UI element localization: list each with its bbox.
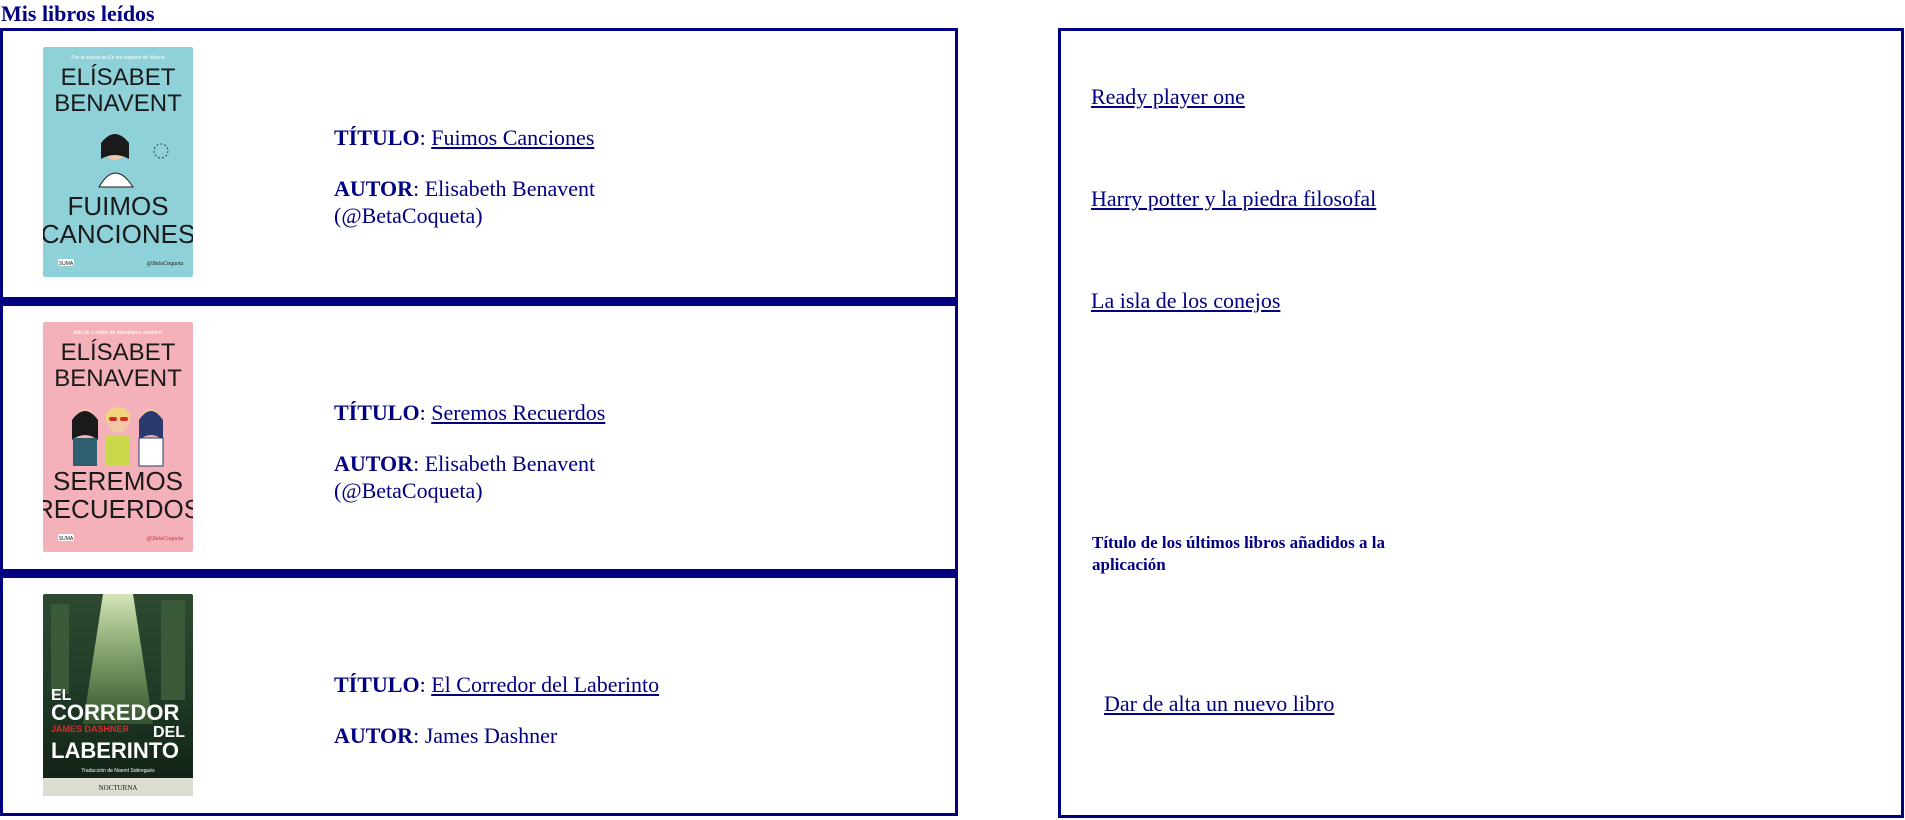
book-title-link[interactable]: El Corredor del Laberinto — [431, 672, 659, 697]
svg-text:JAMES DASHNER: JAMES DASHNER — [51, 724, 130, 734]
author-handle: (@BetaCoqueta) — [334, 203, 483, 228]
book-title-row: TÍTULO: Fuimos Canciones — [334, 125, 595, 150]
svg-text:ELÍSABET: ELÍSABET — [61, 339, 176, 366]
svg-text:ELÍSABET: ELÍSABET — [61, 64, 176, 91]
book-title-row: TÍTULO: El Corredor del Laberinto — [334, 672, 660, 697]
svg-text:Por la autora de En los zapato: Por la autora de En los zapatos de Valer… — [71, 55, 165, 61]
book-cover-image[interactable]: EL CORREDOR DEL JAMES DASHNER LABERINTO … — [43, 594, 193, 796]
book-title-row: TÍTULO: Seremos Recuerdos — [334, 400, 606, 425]
book-card: Por la autora de En los zapatos de Valer… — [0, 28, 958, 300]
book-cover-image[interactable]: Más de 1 millón de ejemplares vendidos E… — [43, 322, 193, 552]
book-info: TÍTULO: Fuimos Canciones AUTOR: Elisabet… — [334, 124, 664, 229]
book-cover-image[interactable]: Por la autora de En los zapatos de Valer… — [43, 47, 193, 277]
title-label: TÍTULO — [334, 125, 420, 150]
svg-text:@BetaCoqueta: @BetaCoqueta — [147, 261, 184, 267]
svg-text:BENAVENT: BENAVENT — [54, 365, 182, 392]
svg-text:RECUERDOS: RECUERDOS — [43, 494, 193, 524]
book-info: TÍTULO: Seremos Recuerdos AUTOR: Elisabe… — [334, 399, 664, 504]
title-label: TÍTULO — [334, 400, 420, 425]
book-author-row: AUTOR: Elisabeth Benavent (@BetaCoqueta) — [334, 451, 596, 503]
book-title-link[interactable]: Fuimos Canciones — [431, 125, 594, 150]
author-label: AUTOR — [334, 176, 414, 201]
svg-text:NOCTURNA: NOCTURNA — [99, 784, 138, 792]
book-title-link[interactable]: Seremos Recuerdos — [431, 400, 605, 425]
sidebar: Ready player one Harry potter y la piedr… — [1058, 28, 1904, 818]
recent-book-link[interactable]: La isla de los conejos — [1091, 287, 1280, 314]
page-title: Mis libros leídos — [1, 1, 155, 26]
svg-text:FUIMOS: FUIMOS — [67, 191, 168, 221]
svg-text:CORREDOR: CORREDOR — [51, 700, 179, 725]
book-list: Por la autora de En los zapatos de Valer… — [0, 28, 958, 816]
book-author-row: AUTOR: James Dashner — [334, 723, 558, 748]
recent-book-link[interactable]: Ready player one — [1091, 83, 1245, 110]
author-label: AUTOR — [334, 451, 414, 476]
svg-text:Más de 1 millón de ejemplares: Más de 1 millón de ejemplares vendidos — [73, 330, 163, 336]
title-label: TÍTULO — [334, 672, 420, 697]
add-book-link[interactable]: Dar de alta un nuevo libro — [1104, 690, 1334, 717]
book-info: TÍTULO: El Corredor del Laberinto AUTOR:… — [334, 671, 734, 749]
recent-books-caption: Título de los últimos libros añadidos a … — [1092, 533, 1386, 574]
svg-text:SUMA: SUMA — [59, 536, 74, 542]
book-card: EL CORREDOR DEL JAMES DASHNER LABERINTO … — [0, 572, 958, 816]
author-name: Elisabeth Benavent — [424, 176, 596, 201]
book-card: Más de 1 millón de ejemplares vendidos E… — [0, 300, 958, 572]
author-handle: (@BetaCoqueta) — [334, 478, 483, 503]
svg-text:LABERINTO: LABERINTO — [51, 738, 179, 763]
svg-text:SUMA: SUMA — [59, 261, 74, 267]
svg-text:SEREMOS: SEREMOS — [53, 466, 183, 496]
book-author-row: AUTOR: Elisabeth Benavent (@BetaCoqueta) — [334, 176, 596, 228]
author-name: James Dashner — [424, 723, 558, 748]
author-label: AUTOR — [334, 723, 414, 748]
svg-text:@BetaCoqueta: @BetaCoqueta — [147, 536, 184, 542]
svg-text:BENAVENT: BENAVENT — [54, 90, 182, 117]
svg-text:CANCIONES: CANCIONES — [43, 219, 193, 249]
recent-book-link[interactable]: Harry potter y la piedra filosofal — [1091, 185, 1376, 212]
author-name: Elisabeth Benavent — [424, 451, 596, 476]
svg-text:Traducción de Noemí Sobregués: Traducción de Noemí Sobregués — [81, 768, 155, 774]
